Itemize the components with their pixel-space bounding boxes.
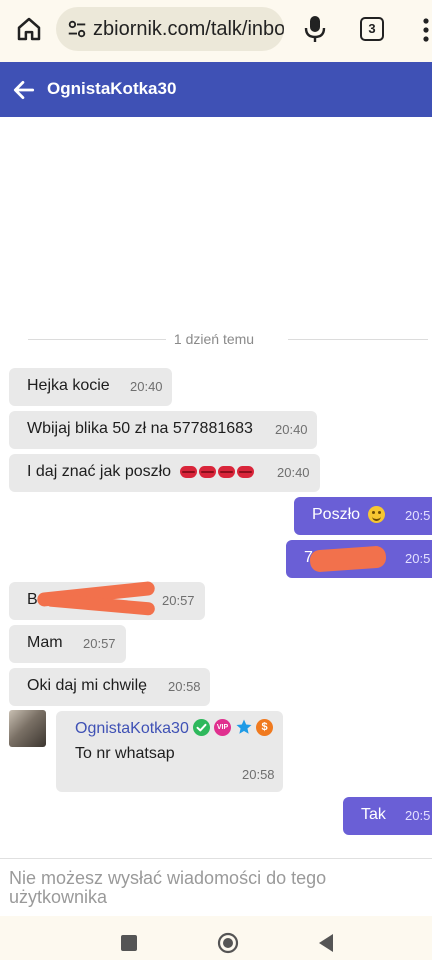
sender-name[interactable]: OgnistaKotka30 [75,720,189,738]
message-text: Tak [361,806,386,823]
message-text: Hejka kocie [27,377,110,394]
message-time: 20:40 [130,379,163,394]
message-time: 20:5 [405,808,431,823]
address-bar[interactable]: zbiornik.com/talk/inbo [56,7,284,51]
site-settings-icon[interactable] [66,18,88,40]
recent-apps-icon[interactable] [121,935,137,951]
message-time: 20:5 [405,551,431,566]
message-time: 20:57 [162,593,195,608]
verified-check-icon [193,719,210,736]
message-bubble-incoming[interactable]: Hejka kocie 20:40 [9,368,172,406]
more-menu-icon[interactable] [423,17,429,43]
coin-icon: $ [256,719,273,736]
message-text: To nr whatsap [75,745,175,762]
date-divider-label: 1 dzień temu [173,331,255,347]
redaction-scribble [309,545,387,573]
back-triangle-icon[interactable] [316,932,336,954]
home-circle-icon[interactable] [217,932,239,954]
browser-toolbar: zbiornik.com/talk/inbo 3 [0,0,432,62]
message-time: 20:58 [242,767,275,782]
chat-header: OgnistaKotka30 [0,62,432,117]
message-text: I daj znać jak poszło [27,463,256,481]
message-bubble-outgoing[interactable]: Tak 20:5 [343,797,432,835]
avatar[interactable] [9,710,46,747]
message-text: Poszło [312,506,386,524]
message-text: Wbijaj blika 50 zł na 577881683 [27,420,253,437]
message-time: 20:40 [277,465,310,480]
tabs-counter-icon[interactable]: 3 [360,17,384,41]
url-text[interactable]: zbiornik.com/talk/inbo [93,18,284,41]
message-bubble-incoming[interactable]: B 20:57 [9,580,205,620]
home-icon[interactable] [14,14,44,44]
message-time: 20:5 [405,508,431,523]
message-bubble-incoming[interactable]: I daj znać jak poszło 20:40 [9,454,320,492]
message-text: Oki daj mi chwilę [27,677,148,694]
microphone-icon[interactable] [303,14,327,44]
message-bubble-incoming[interactable]: Wbijaj blika 50 zł na 577881683 20:40 [9,411,317,449]
message-text: B [27,591,38,608]
message-time: 20:58 [168,679,201,694]
message-text: Mam [27,634,63,651]
divider-line-right [288,339,428,340]
message-time: 20:40 [275,422,308,437]
message-bubble-incoming[interactable]: Oki daj mi chwilę 20:58 [9,668,210,706]
message-bubble-outgoing[interactable]: Poszło 20:5 [294,497,432,535]
kiss-mark-emoji-icon [179,463,256,481]
system-navigation-bar [0,916,432,960]
vip-icon: VIP [214,719,231,736]
message-text-content: Poszło [312,506,361,523]
message-bubble-outgoing[interactable]: 7 2 20:5 [286,540,432,578]
chat-partner-name[interactable]: OgnistaKotka30 [47,79,176,99]
cannot-send-notice: Nie możesz wysłać wiadomości do tego uży… [9,868,327,907]
message-card-with-profile[interactable]: OgnistaKotka30 VIP $ To nr whatsap 20:58 [56,711,283,792]
message-text-content: I daj znać jak poszło [27,463,172,481]
star-icon [236,719,252,734]
winking-face-emoji-icon [368,506,386,524]
back-arrow-icon[interactable] [11,77,37,103]
message-input-area: Nie możesz wysłać wiadomości do tego uży… [0,858,432,916]
message-time: 20:57 [83,636,116,651]
message-bubble-incoming[interactable]: Mam 20:57 [9,625,126,663]
divider-line-left [28,339,166,340]
